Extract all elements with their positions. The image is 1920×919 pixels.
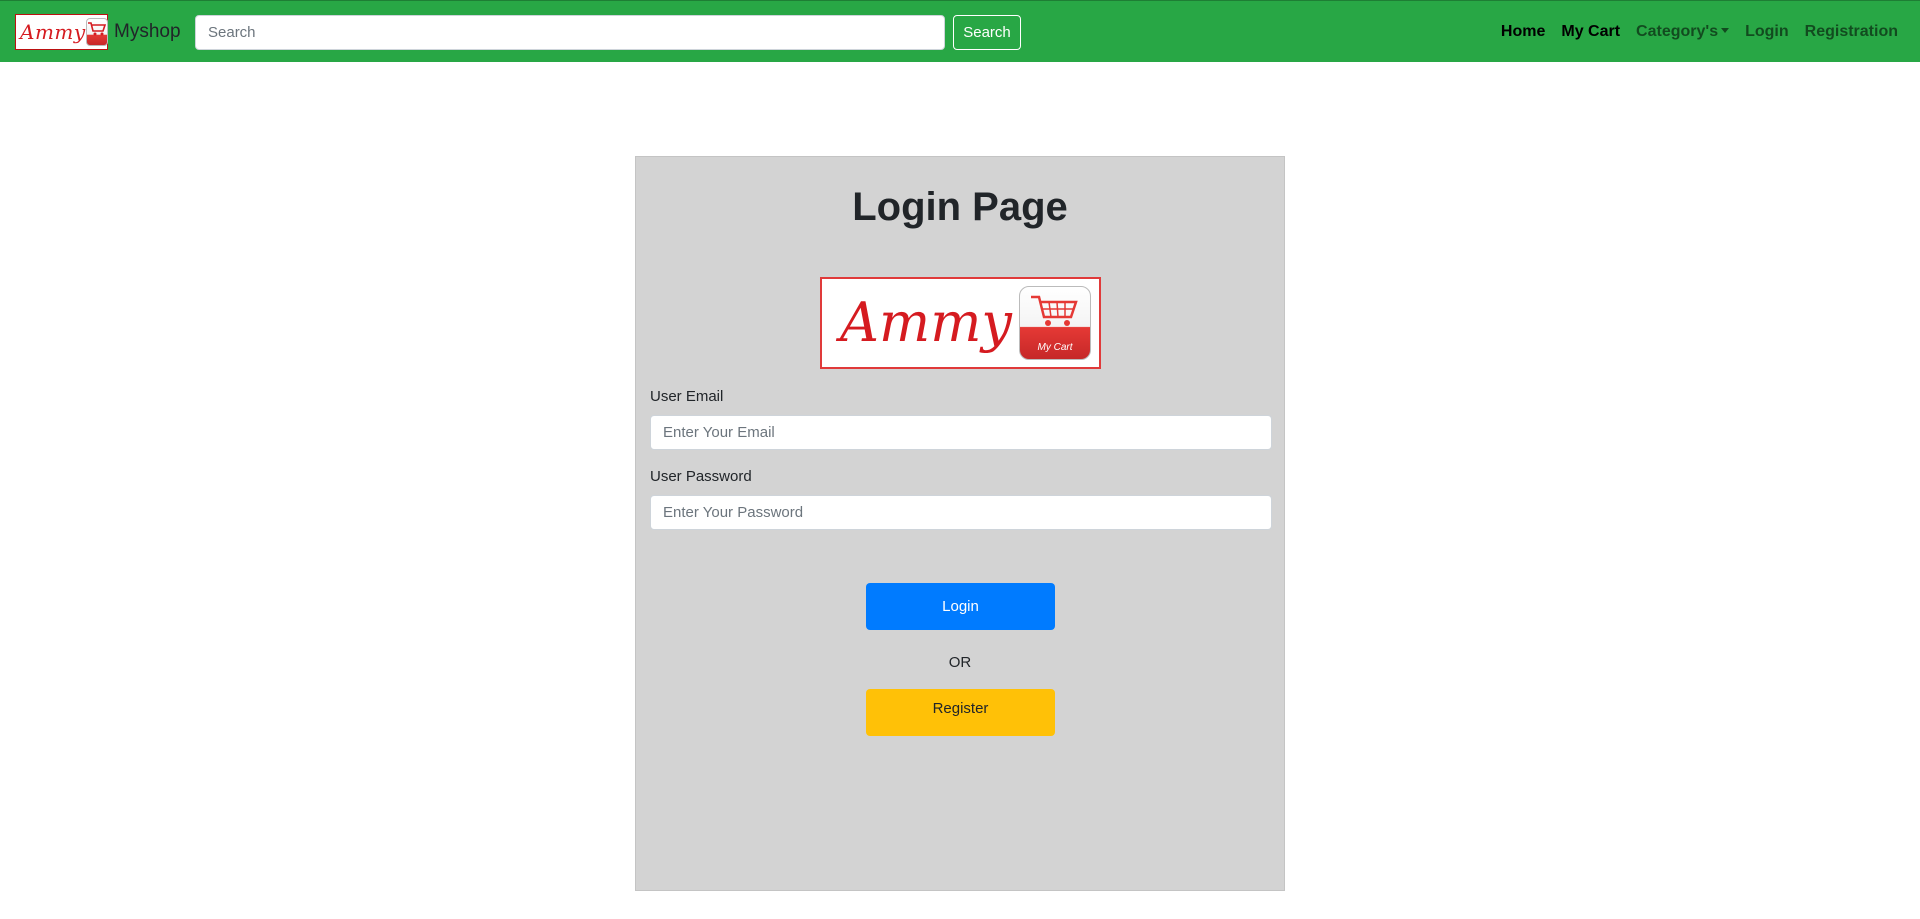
brand-logo-script: Ammy (20, 20, 86, 44)
password-field[interactable] (650, 495, 1272, 530)
email-field[interactable] (650, 415, 1272, 450)
page-title: Login Page (852, 185, 1068, 229)
brand-link[interactable]: Ammy Myshop (15, 14, 181, 50)
search-button[interactable]: Search (953, 15, 1021, 50)
nav-home-link[interactable]: Home (1501, 23, 1545, 41)
nav-links: Home My Cart Category's Login Registrati… (1501, 1, 1898, 63)
register-button[interactable]: Register (866, 689, 1055, 736)
search-input[interactable] (195, 15, 945, 50)
or-separator: OR (948, 654, 972, 671)
login-logo: Ammy My Cart (820, 277, 1101, 369)
brand-name: Myshop (114, 21, 181, 42)
login-card: Login Page Ammy My Cart User Email User … (635, 156, 1285, 891)
chevron-down-icon (1721, 28, 1730, 33)
email-label: User Email (650, 388, 724, 405)
top-navbar: Ammy Myshop Search Home My Cart Category… (0, 0, 1920, 62)
nav-login-link[interactable]: Login (1745, 23, 1789, 41)
shopping-cart-icon: My Cart (1019, 286, 1091, 360)
nav-categories-dropdown[interactable]: Category's (1636, 23, 1730, 41)
nav-registration-link[interactable]: Registration (1805, 23, 1898, 41)
brand-logo: Ammy (15, 14, 108, 50)
shopping-cart-icon (85, 18, 108, 46)
login-logo-cart-label: My Cart (1037, 342, 1073, 353)
nav-categories-label: Category's (1636, 23, 1719, 40)
nav-cart-link[interactable]: My Cart (1561, 23, 1620, 41)
login-button[interactable]: Login (866, 583, 1055, 630)
password-label: User Password (650, 468, 752, 485)
login-logo-script: Ammy (840, 291, 1012, 354)
